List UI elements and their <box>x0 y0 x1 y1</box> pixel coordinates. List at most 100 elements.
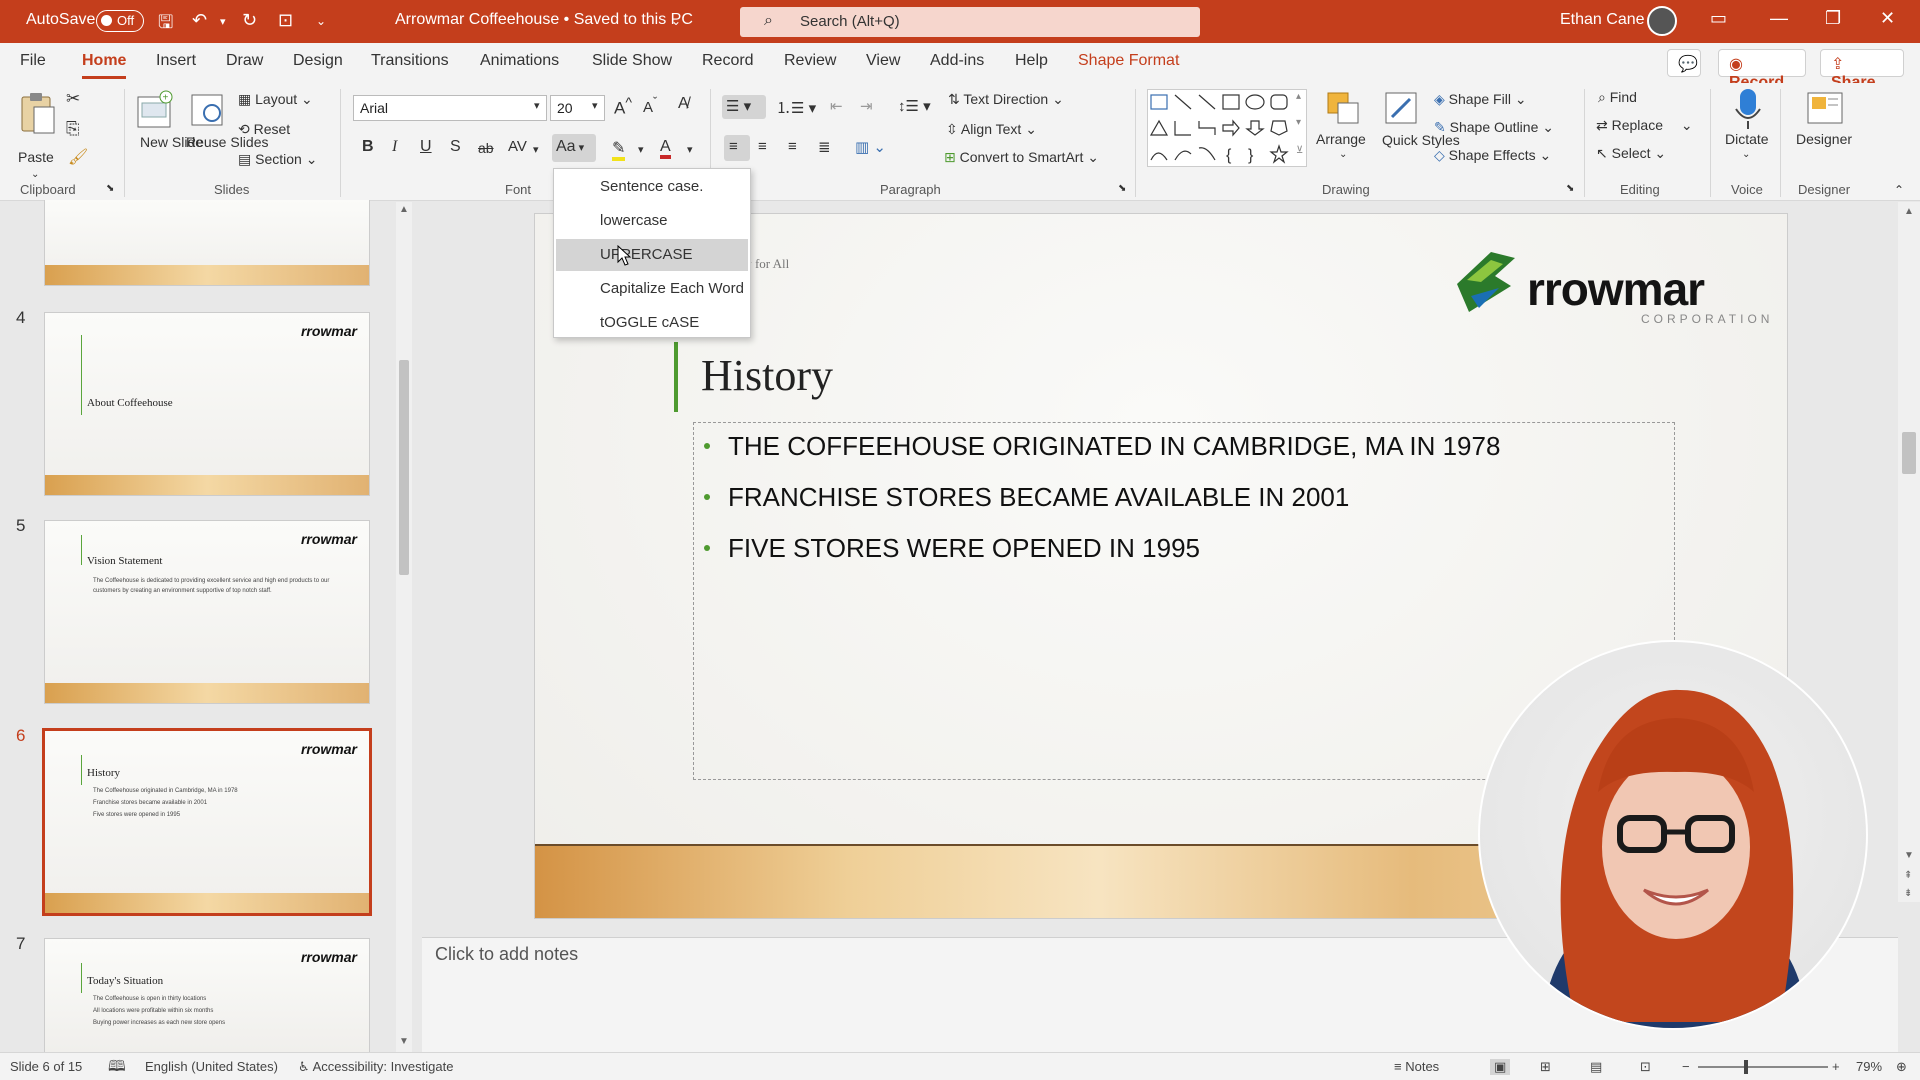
case-option-capitalize[interactable]: Capitalize Each Word <box>556 273 748 305</box>
tab-insert[interactable]: Insert <box>156 52 196 70</box>
case-option-sentence[interactable]: Sentence case. <box>556 171 748 203</box>
document-title[interactable]: Arrowmar Coffeehouse • Saved to this PC <box>395 11 693 29</box>
reset-button[interactable]: ⟲ Reset <box>238 121 290 138</box>
previous-slide-icon[interactable]: ⇞ <box>1904 870 1912 881</box>
character-spacing-dropdown-icon[interactable]: ▾ <box>533 143 539 156</box>
tab-record[interactable]: Record <box>702 52 754 70</box>
comments-icon[interactable]: 💬 <box>1667 49 1701 77</box>
normal-view-icon[interactable]: ▣ <box>1490 1059 1511 1075</box>
tab-help[interactable]: Help <box>1015 52 1048 70</box>
zoom-out-icon[interactable]: − <box>1682 1059 1690 1074</box>
line-spacing-button[interactable]: ↕☰ ▾ <box>898 97 931 115</box>
reuse-slides-icon[interactable] <box>190 89 228 131</box>
zoom-slider[interactable] <box>1698 1060 1828 1074</box>
tab-design[interactable]: Design <box>293 52 343 70</box>
accessibility-status[interactable]: ♿ Accessibility: Investigate <box>298 1059 453 1075</box>
search-box[interactable]: ⌕ Search (Alt+Q) <box>740 7 1200 37</box>
slide-thumbnail-5[interactable]: rrowmar Vision Statement The Coffeehouse… <box>44 520 370 704</box>
drawing-launcher-icon[interactable]: ⬊ <box>1566 183 1574 194</box>
present-icon[interactable]: ⊡ <box>278 10 293 31</box>
clipboard-launcher-icon[interactable]: ⬊ <box>106 183 114 194</box>
collapse-ribbon-icon[interactable]: ⌃ <box>1894 183 1904 197</box>
scroll-down-icon[interactable]: ▼ <box>1904 850 1914 861</box>
reuse-slides-label[interactable]: Reuse Slides <box>186 133 269 151</box>
change-case-button[interactable]: Aa ▾ <box>552 134 596 162</box>
reading-view-icon[interactable]: ▤ <box>1590 1059 1602 1075</box>
slide-sorter-icon[interactable]: ⊞ <box>1540 1059 1551 1075</box>
customize-toolbar-icon[interactable]: ⌄ <box>316 14 326 28</box>
find-button[interactable]: ⌕ Find <box>1598 89 1637 106</box>
numbering-button[interactable]: ⒈☰ ▾ <box>776 97 816 118</box>
minimize-icon[interactable]: — <box>1770 8 1788 29</box>
close-icon[interactable]: ✕ <box>1880 8 1895 29</box>
dictate-label[interactable]: Dictate <box>1725 131 1769 147</box>
shape-outline-button[interactable]: ✎ Shape Outline ⌄ <box>1434 119 1554 136</box>
bold-button[interactable]: B <box>362 138 374 156</box>
font-name-field[interactable]: Arial <box>353 95 547 121</box>
increase-indent-icon[interactable]: ⇥ <box>860 97 873 115</box>
share-button[interactable]: ⇪ Share <box>1820 49 1904 91</box>
replace-button[interactable]: ⇄ Replace ⌄ <box>1596 117 1693 134</box>
font-size-dropdown-icon[interactable]: ▾ <box>592 99 598 112</box>
cut-icon[interactable]: ✂ <box>66 89 80 109</box>
dictate-dropdown-icon[interactable]: ⌄ <box>1742 149 1750 160</box>
scrollbar-thumb[interactable] <box>399 360 409 575</box>
format-painter-icon[interactable]: 🖌 <box>68 147 88 167</box>
underline-button[interactable]: U <box>420 138 432 156</box>
highlight-icon[interactable]: ✎ <box>612 138 626 161</box>
paste-label[interactable]: Paste <box>18 149 54 165</box>
paste-icon[interactable] <box>18 91 58 135</box>
decrease-indent-icon[interactable]: ⇤ <box>830 97 843 115</box>
italic-button[interactable]: I <box>392 138 397 156</box>
scroll-up-icon[interactable]: ▲ <box>1904 206 1914 217</box>
tab-view[interactable]: View <box>866 52 900 70</box>
align-left-button[interactable]: ≡ <box>724 135 750 161</box>
tab-file[interactable]: File <box>20 52 46 70</box>
convert-smartart-button[interactable]: ⊞ Convert to SmartArt ⌄ <box>944 149 1099 166</box>
highlight-dropdown-icon[interactable]: ▾ <box>638 143 644 156</box>
user-name[interactable]: Ethan Cane <box>1560 11 1645 29</box>
tab-home[interactable]: Home <box>82 52 127 79</box>
columns-button[interactable]: ▥ ⌄ <box>855 138 886 156</box>
select-button[interactable]: ↖ Select ⌄ <box>1596 145 1666 162</box>
tab-add-ins[interactable]: Add-ins <box>930 52 984 70</box>
paragraph-launcher-icon[interactable]: ⬊ <box>1118 183 1126 194</box>
scrollbar-thumb[interactable] <box>1902 432 1916 474</box>
tab-draw[interactable]: Draw <box>226 52 263 70</box>
shapes-gallery[interactable]: { } <box>1147 89 1307 167</box>
tab-slide-show[interactable]: Slide Show <box>592 52 672 70</box>
font-color-dropdown-icon[interactable]: ▾ <box>687 143 693 156</box>
slide-show-icon[interactable]: ⊡ <box>1640 1059 1651 1075</box>
tab-transitions[interactable]: Transitions <box>371 52 449 70</box>
undo-dropdown-icon[interactable]: ▾ <box>220 15 226 28</box>
align-center-button[interactable]: ≡ <box>758 138 767 155</box>
case-option-lowercase[interactable]: lowercase <box>556 205 748 237</box>
tab-animations[interactable]: Animations <box>480 52 559 70</box>
bullets-button[interactable]: ☰ ▾ <box>722 95 766 119</box>
case-option-uppercase[interactable]: UPPERCASE <box>556 239 748 271</box>
thumbnails-scrollbar[interactable]: ▲ ▼ <box>396 202 412 1052</box>
align-text-button[interactable]: ⇳ Align Text ⌄ <box>946 121 1037 138</box>
slide-thumbnail-4[interactable]: rrowmar About Coffeehouse <box>44 312 370 496</box>
arrange-label[interactable]: Arrange <box>1316 131 1366 147</box>
zoom-slider-thumb[interactable] <box>1744 1060 1748 1074</box>
shape-fill-button[interactable]: ◈ Shape Fill ⌄ <box>1434 91 1527 108</box>
layout-button[interactable]: ▦ Layout ⌄ <box>238 91 313 108</box>
ribbon-display-icon[interactable]: ▭ <box>1710 8 1727 29</box>
designer-label[interactable]: Designer <box>1796 131 1852 147</box>
designer-icon[interactable] <box>1806 89 1846 129</box>
justify-button[interactable]: ≣ <box>818 138 831 156</box>
slide-thumbnail-7[interactable]: rrowmar Today's Situation The Coffeehous… <box>44 938 370 1052</box>
record-button[interactable]: ◉ Record <box>1718 49 1806 91</box>
copy-icon[interactable]: ⎘ <box>66 119 80 139</box>
text-direction-button[interactable]: ⇅ Text Direction ⌄ <box>948 91 1064 108</box>
chevron-down-icon[interactable]: ⌄ <box>671 14 681 28</box>
restore-icon[interactable]: ❐ <box>1825 8 1841 29</box>
save-icon[interactable]: 🖫 <box>158 10 173 40</box>
microphone-icon[interactable] <box>1731 87 1765 131</box>
tab-review[interactable]: Review <box>784 52 836 70</box>
quick-styles-icon[interactable] <box>1382 89 1422 129</box>
shapes-scroll-down-icon[interactable]: ▾ <box>1296 117 1301 128</box>
new-slide-icon[interactable]: + <box>136 89 174 131</box>
fit-to-window-icon[interactable]: ⊕ <box>1896 1059 1907 1075</box>
